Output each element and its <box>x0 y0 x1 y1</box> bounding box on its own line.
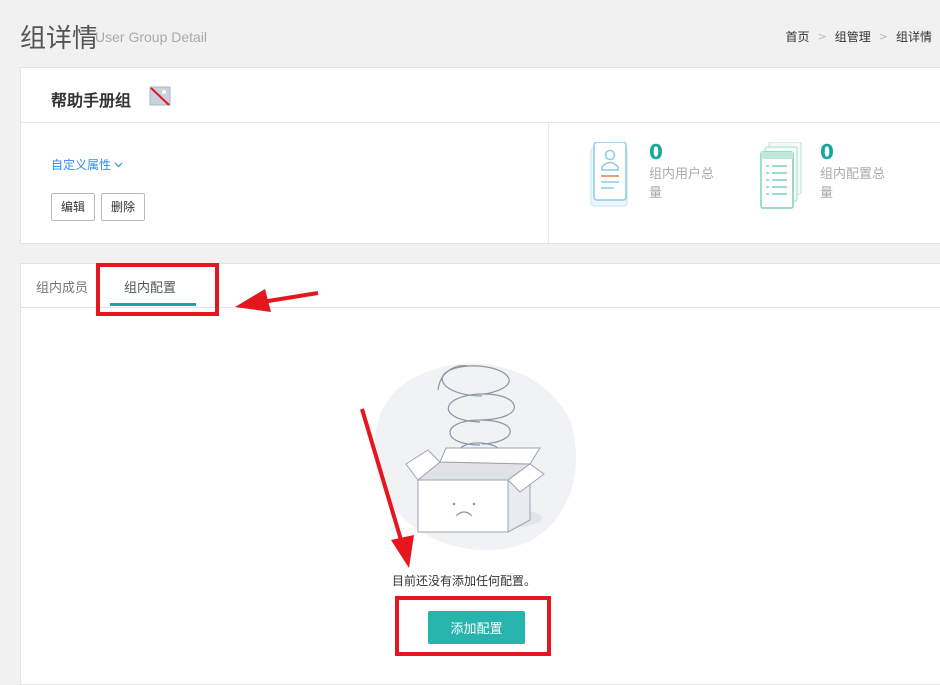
custom-attributes-label: 自定义属性 <box>51 158 112 172</box>
user-count-label: 组内用户总量 <box>649 167 715 201</box>
group-title-row: 帮助手册组 <box>21 68 940 123</box>
breadcrumb-current: 组详情 <box>895 30 932 44</box>
breadcrumb: 首页 > 组管理 > 组详情 <box>786 28 932 45</box>
user-count-stat: 0 组内用户总量 <box>649 141 724 203</box>
breadcrumb-separator: > <box>878 30 888 43</box>
config-count-label: 组内配置总量 <box>820 167 886 201</box>
breadcrumb-separator: > <box>817 30 827 43</box>
group-actions-panel: 自定义属性 编辑 删除 <box>21 123 549 243</box>
tab-group-members[interactable]: 组内成员 <box>36 277 88 296</box>
page-subtitle: User Group Detail <box>95 29 208 45</box>
page-title: 组详情 <box>20 24 99 54</box>
group-info-card: 帮助手册组 自定义属性 编辑 删除 0 组内用户总量 0 组内配置总量 <box>20 67 940 244</box>
config-list-icon <box>760 142 802 209</box>
breadcrumb-home[interactable]: 首页 <box>786 28 810 45</box>
empty-box-illustration <box>374 363 577 551</box>
add-config-button[interactable]: 添加配置 <box>428 611 525 644</box>
tab-bar: 组内成员 组内配置 <box>21 264 940 308</box>
active-tab-indicator <box>110 303 196 306</box>
config-count-value: 0 <box>820 140 834 164</box>
custom-attributes-toggle[interactable]: 自定义属性 <box>51 156 123 173</box>
broken-image-icon <box>149 86 171 106</box>
breadcrumb-group-management[interactable]: 组管理 <box>835 28 871 45</box>
group-name: 帮助手册组 <box>51 91 132 110</box>
delete-button[interactable]: 删除 <box>101 193 146 221</box>
config-count-stat: 0 组内配置总量 <box>820 141 895 203</box>
user-count-value: 0 <box>649 140 663 164</box>
edit-button[interactable]: 编辑 <box>51 193 96 221</box>
user-card-icon <box>590 142 628 207</box>
chevron-down-icon <box>114 162 123 168</box>
empty-state-message: 目前还没有添加任何配置。 <box>392 574 537 588</box>
tab-group-configs[interactable]: 组内配置 <box>124 277 176 296</box>
